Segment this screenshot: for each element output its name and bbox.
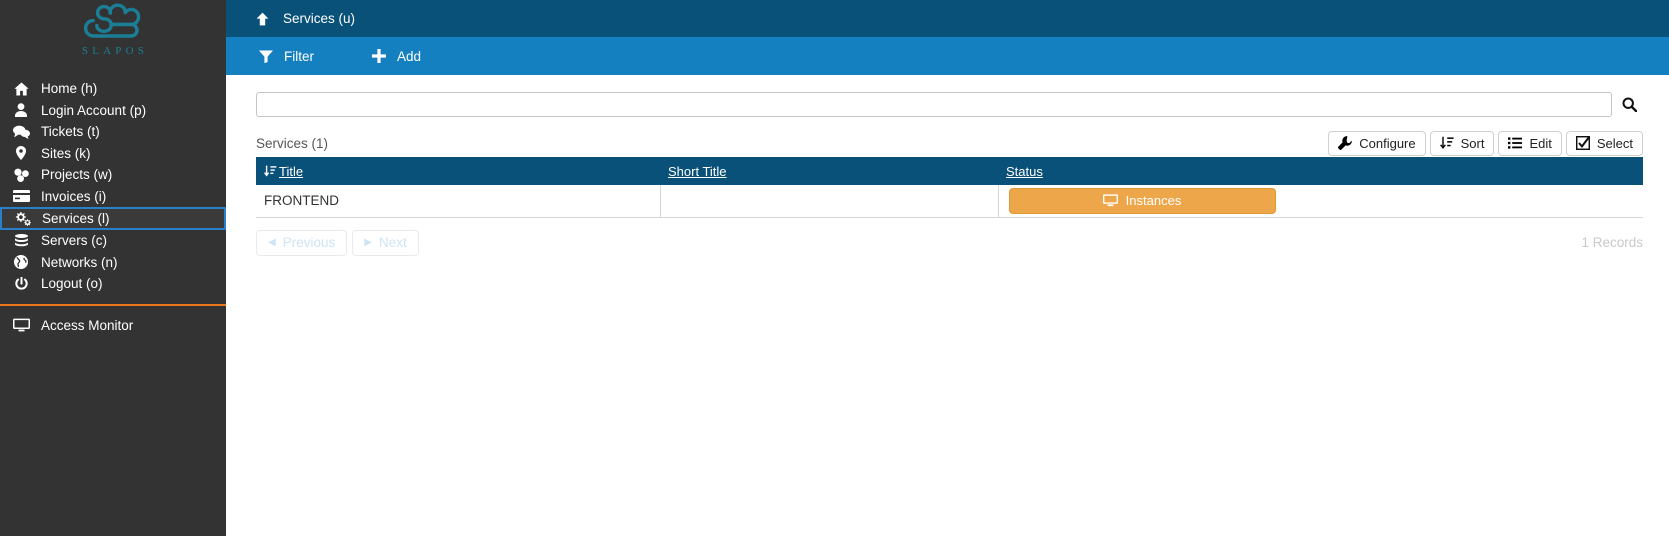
list-icon (1508, 137, 1523, 149)
plus-icon (369, 49, 389, 63)
sidebar-item-label: Networks (n) (41, 254, 118, 270)
edit-label: Edit (1529, 135, 1552, 151)
logo-text: SLAPOS (81, 45, 149, 57)
sidebar-item-label: Tickets (t) (41, 124, 100, 140)
configure-button[interactable]: Configure (1328, 130, 1426, 156)
sidebar-item-label: Services (l) (42, 211, 110, 226)
user-icon (1, 103, 41, 118)
sidebar-item-label: Home (h) (41, 81, 98, 97)
listbox-actions: Configure Sort Edit Select (1328, 130, 1643, 156)
caret-right-icon: ▶ (364, 236, 372, 248)
sidebar: SLAPOS Home (h) Login Account (p) Ticket… (0, 0, 226, 536)
pagination: ◀ Previous ▶ Next (256, 229, 419, 256)
sidebar-item-logout[interactable]: Logout (o) (0, 273, 226, 295)
page-title: Services (u) (283, 11, 356, 26)
sidebar-item-tickets[interactable]: Tickets (t) (0, 121, 226, 143)
cubes-icon (1, 168, 41, 182)
sidebar-item-servers[interactable]: Servers (c) (0, 230, 226, 252)
credit-card-icon (1, 190, 41, 203)
sort-label: Sort (1460, 135, 1485, 151)
sidebar-item-services[interactable]: Services (l) (0, 207, 226, 230)
sidebar-item-label: Servers (c) (41, 233, 108, 249)
desktop-icon (1102, 194, 1118, 207)
cogs-icon (2, 211, 42, 226)
next-button[interactable]: ▶ Next (352, 229, 419, 256)
database-icon (1, 233, 41, 248)
wrench-icon (1338, 136, 1353, 150)
search-row (256, 75, 1643, 117)
column-header-title[interactable]: Title (256, 157, 660, 185)
sort-button[interactable]: Sort (1429, 130, 1495, 156)
slapos-cloud-logo-icon (80, 2, 146, 46)
map-marker-icon (1, 146, 41, 161)
filter-button[interactable]: Filter (256, 49, 314, 64)
table-body: FRONTEND Instances (256, 185, 1643, 218)
sidebar-nav-bottom: Access Monitor (0, 315, 226, 337)
configure-label: Configure (1359, 135, 1416, 151)
column-header-label[interactable]: Status (1006, 164, 1043, 179)
logo[interactable]: SLAPOS (0, 0, 226, 72)
sidebar-item-networks[interactable]: Networks (n) (0, 252, 226, 274)
search-input[interactable] (256, 92, 1612, 117)
home-icon (1, 82, 41, 96)
next-label: Next (378, 235, 407, 250)
sidebar-item-label: Invoices (i) (41, 188, 107, 204)
sidebar-item-invoices[interactable]: Invoices (i) (0, 186, 226, 208)
column-header-label[interactable]: Title (279, 164, 303, 179)
search-icon[interactable] (1615, 97, 1643, 112)
arrow-up-icon[interactable] (256, 12, 269, 26)
edit-button[interactable]: Edit (1498, 130, 1562, 156)
page-header: Services (u) (226, 0, 1669, 37)
column-header-status[interactable]: Status (998, 157, 1643, 185)
sidebar-item-login-account[interactable]: Login Account (p) (0, 100, 226, 122)
listbox-caption-row: Services (1) Configure Sort Edit Select (256, 130, 1643, 156)
main-area: Services (u) Filter Add Services (1) Con… (226, 0, 1669, 536)
services-table: Title Short Title Status FRONTEND Instan… (256, 157, 1643, 218)
table-row[interactable]: FRONTEND Instances (256, 185, 1643, 218)
sort-icon (1439, 136, 1454, 150)
sidebar-item-sites[interactable]: Sites (k) (0, 143, 226, 165)
instances-button[interactable]: Instances (1008, 187, 1276, 214)
power-off-icon (1, 276, 41, 291)
select-label: Select (1596, 135, 1633, 151)
comments-icon (1, 125, 41, 139)
select-button[interactable]: Select (1565, 130, 1643, 156)
cell-short-title (660, 185, 999, 218)
caret-left-icon: ◀ (268, 236, 276, 248)
previous-button[interactable]: ◀ Previous (256, 229, 348, 256)
sidebar-item-label: Logout (o) (41, 276, 103, 292)
sidebar-item-home[interactable]: Home (h) (0, 78, 226, 100)
content-area: Services (1) Configure Sort Edit Select … (226, 75, 1669, 256)
table-header-row: Title Short Title Status (256, 157, 1643, 185)
listbox-caption: Services (1) (256, 135, 329, 151)
desktop-icon (1, 318, 41, 332)
globe-icon (1, 255, 41, 270)
cell-status: Instances (998, 185, 1643, 218)
instances-label: Instances (1125, 193, 1182, 209)
sidebar-item-label: Access Monitor (41, 317, 134, 333)
previous-label: Previous (282, 235, 336, 250)
add-label: Add (397, 48, 422, 64)
column-header-label[interactable]: Short Title (668, 164, 727, 179)
table-head: Title Short Title Status (256, 157, 1643, 185)
records-count: 1 Records (1581, 235, 1643, 250)
sort-amount-asc-icon (264, 165, 277, 177)
cell-title[interactable]: FRONTEND (256, 185, 661, 218)
app-root: SLAPOS Home (h) Login Account (p) Ticket… (0, 0, 1669, 536)
column-header-short-title[interactable]: Short Title (660, 157, 998, 185)
sidebar-nav: Home (h) Login Account (p) Tickets (t) S… (0, 78, 226, 295)
checkbox-icon (1575, 136, 1590, 150)
sidebar-item-projects[interactable]: Projects (w) (0, 164, 226, 186)
sidebar-item-label: Projects (w) (41, 167, 113, 183)
sidebar-item-access-monitor[interactable]: Access Monitor (0, 315, 226, 337)
filter-icon (256, 50, 276, 63)
pagination-row: ◀ Previous ▶ Next 1 Records (256, 229, 1643, 256)
add-button[interactable]: Add (369, 49, 421, 64)
filter-label: Filter (284, 48, 314, 64)
sidebar-divider (0, 303, 226, 306)
sidebar-item-label: Sites (k) (41, 145, 91, 161)
action-toolbar: Filter Add (226, 37, 1669, 75)
sidebar-item-label: Login Account (p) (41, 102, 147, 118)
